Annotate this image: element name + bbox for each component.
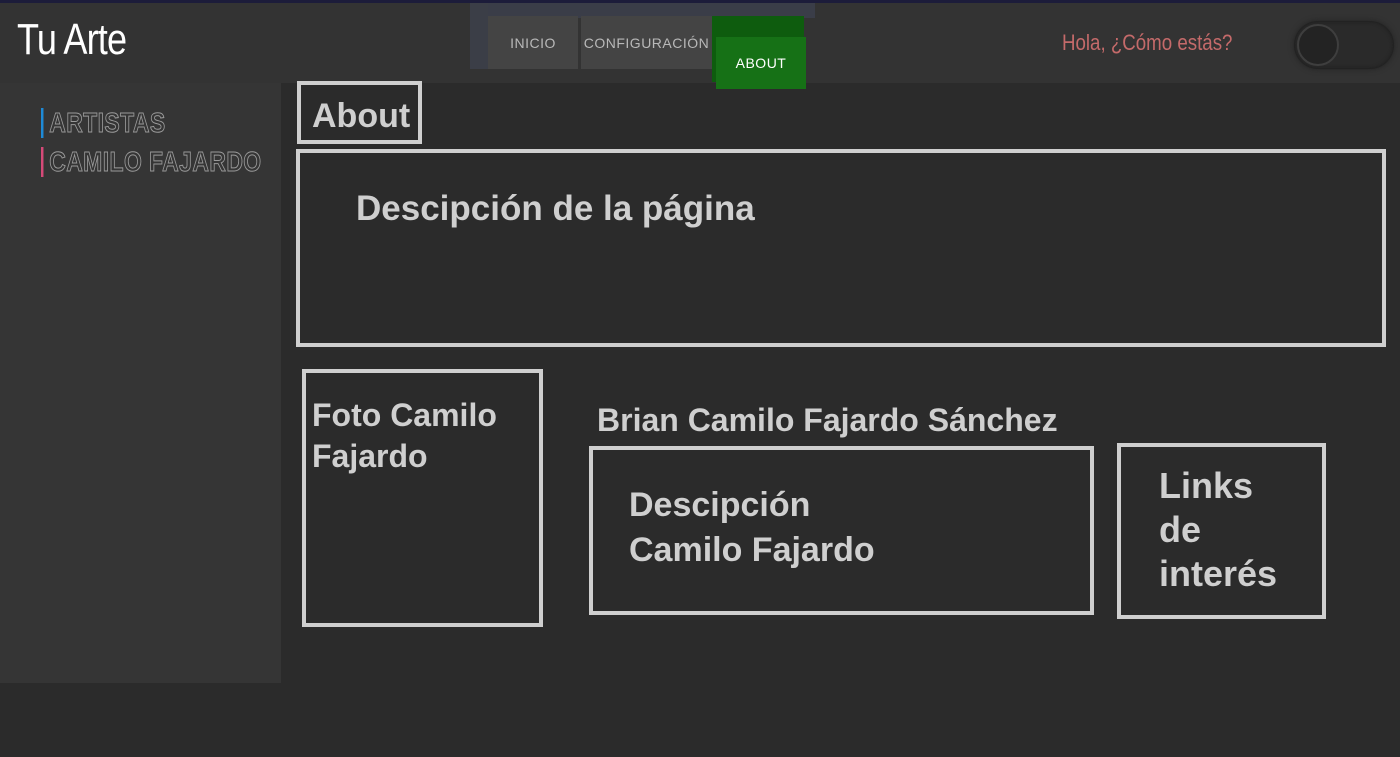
page-description-box: Descipción de la página bbox=[296, 149, 1386, 347]
page-title: About bbox=[297, 81, 422, 144]
person-description: Descipción Camilo Fajardo bbox=[629, 486, 875, 569]
tab-inicio[interactable]: INICIO bbox=[488, 16, 578, 69]
tab-configuracion[interactable]: CONFIGURACIÓN bbox=[581, 16, 712, 69]
theme-toggle[interactable] bbox=[1294, 21, 1394, 69]
sidebar-item-artistas[interactable]: ARTISTAS bbox=[41, 107, 166, 138]
brand-logo[interactable]: Tu Arte bbox=[17, 15, 127, 65]
tab-about[interactable]: ABOUT bbox=[716, 37, 806, 89]
links-box[interactable]: Links de interés bbox=[1117, 443, 1326, 619]
sidebar-item-camilo-fajardo[interactable]: CAMILO FAJARDO bbox=[41, 146, 262, 177]
person-name: Brian Camilo Fajardo Sánchez bbox=[597, 402, 1058, 438]
person-description-box: Descipción Camilo Fajardo bbox=[589, 446, 1094, 615]
photo-placeholder: Foto Camilo Fajardo bbox=[302, 369, 543, 627]
toggle-knob bbox=[1297, 24, 1339, 66]
greeting-text: Hola, ¿Cómo estás? bbox=[1062, 30, 1233, 55]
links-label: Links de interés bbox=[1159, 465, 1278, 594]
photo-label: Foto Camilo Fajardo bbox=[312, 397, 497, 474]
page-description: Descipción de la página bbox=[356, 189, 755, 228]
nav-backdrop-edge bbox=[470, 3, 488, 69]
